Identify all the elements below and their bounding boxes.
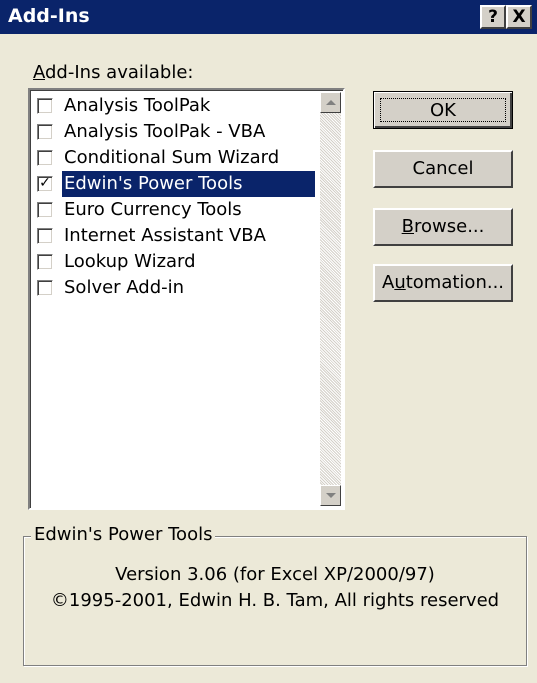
description-copyright: ©1995-2001, Edwin H. B. Tam, All rights … (50, 590, 500, 611)
automation-button[interactable]: Automation... (373, 264, 513, 302)
label-hotkey: A (33, 62, 45, 83)
addin-label: Euro Currency Tools (64, 199, 242, 220)
vertical-scrollbar[interactable] (320, 92, 341, 506)
triangle-down-icon (326, 493, 336, 498)
addin-list-item[interactable]: Euro Currency Tools (32, 197, 323, 223)
ok-label: OK (380, 98, 506, 122)
dialog-title: Add-Ins (8, 5, 90, 27)
help-button[interactable]: ? (480, 5, 506, 29)
scroll-down-button[interactable] (320, 485, 341, 506)
addins-list: Analysis ToolPak Analysis ToolPak - VBA Co… (32, 93, 323, 301)
addin-list-item[interactable]: Internet Assistant VBA (32, 223, 323, 249)
addin-list-item[interactable]: Conditional Sum Wizard (32, 145, 323, 171)
description-version: Version 3.06 (for Excel XP/2000/97) (115, 564, 435, 585)
addin-label: Lookup Wizard (64, 251, 196, 272)
cancel-button[interactable]: Cancel (373, 150, 513, 188)
close-button[interactable]: X (506, 5, 532, 29)
title-bar: Add-Ins ? X (0, 0, 537, 34)
help-icon: ? (488, 7, 498, 27)
addin-checkbox[interactable] (37, 254, 53, 270)
addin-checkbox[interactable] (37, 98, 53, 114)
close-icon: X (512, 7, 526, 27)
addin-checkbox[interactable] (37, 228, 53, 244)
addin-checkbox[interactable]: ✓ (37, 176, 53, 192)
addin-label: Analysis ToolPak (64, 95, 211, 116)
addins-available-label: Add-Ins available: (33, 62, 193, 83)
addin-checkbox[interactable] (37, 150, 53, 166)
browse-button[interactable]: Browse... (373, 208, 513, 246)
addin-label: Internet Assistant VBA (64, 225, 266, 246)
addin-list-item[interactable]: Solver Add-in (32, 275, 323, 301)
addin-label: Conditional Sum Wizard (64, 147, 280, 168)
addin-checkbox[interactable] (37, 280, 53, 296)
addins-listbox[interactable]: Analysis ToolPak Analysis ToolPak - VBA Co… (28, 88, 345, 510)
browse-hotkey: B (401, 216, 414, 237)
addin-list-item[interactable]: Analysis ToolPak - VBA (32, 119, 323, 145)
addin-list-item[interactable]: Analysis ToolPak (32, 93, 323, 119)
browse-label: rowse... (414, 216, 485, 237)
addin-label: Analysis ToolPak - VBA (64, 121, 266, 142)
addin-label: Edwin's Power Tools (62, 171, 315, 197)
automation-hotkey: u (394, 272, 406, 293)
addin-list-item[interactable]: Lookup Wizard (32, 249, 323, 275)
addin-list-item[interactable]: ✓ Edwin's Power Tools (32, 171, 323, 197)
addin-checkbox[interactable] (37, 124, 53, 140)
addin-checkbox[interactable] (37, 202, 53, 218)
automation-label: tomation... (405, 272, 505, 293)
automation-prefix: A (381, 272, 395, 293)
check-mark-icon: ✓ (39, 175, 51, 191)
addin-label: Solver Add-in (64, 277, 185, 298)
triangle-up-icon (326, 100, 336, 105)
scroll-up-button[interactable] (320, 92, 341, 113)
description-title: Edwin's Power Tools (31, 524, 216, 545)
label-rest: dd-Ins available: (45, 62, 194, 83)
ok-button[interactable]: OK (373, 91, 513, 129)
